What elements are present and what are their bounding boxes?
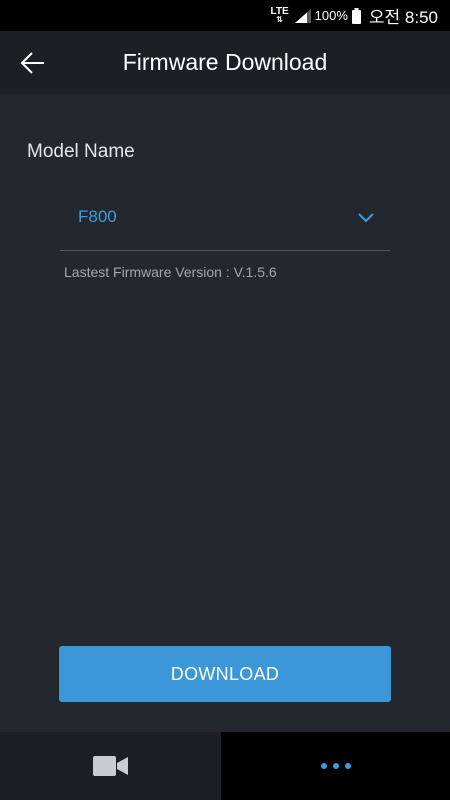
dot — [344, 763, 351, 769]
model-selected-value: F800 — [78, 207, 117, 226]
chevron-down-icon — [358, 213, 374, 223]
dot — [320, 763, 327, 769]
app-bar — [0, 31, 450, 94]
nav-item-more[interactable] — [221, 732, 450, 800]
arrow-left-icon — [20, 52, 44, 74]
signal-icon — [294, 8, 311, 23]
battery-icon — [351, 7, 361, 24]
lte-icon: LTE ⇅ — [271, 7, 289, 24]
bottom-nav — [0, 732, 450, 800]
data-arrows-icon: ⇅ — [276, 15, 283, 24]
model-name-label: Model Name — [27, 141, 135, 162]
dot — [332, 763, 339, 769]
status-icons: LTE ⇅ 100% 오전 8:50 — [271, 0, 439, 31]
clock: 오전 8:50 — [368, 8, 438, 27]
download-button[interactable]: DOWNLOAD — [59, 646, 391, 702]
nav-item-camera[interactable] — [0, 732, 221, 800]
more-icon — [320, 763, 351, 769]
video-camera-icon — [92, 756, 128, 776]
status-bar: LTE ⇅ 100% 오전 8:50 — [0, 0, 450, 31]
battery-percentage: 100% — [314, 8, 348, 23]
back-button[interactable] — [14, 45, 50, 81]
model-dropdown[interactable]: F800 — [60, 190, 390, 251]
latest-firmware-version: Lastest Firmware Version : V.1.5.6 — [64, 264, 277, 280]
